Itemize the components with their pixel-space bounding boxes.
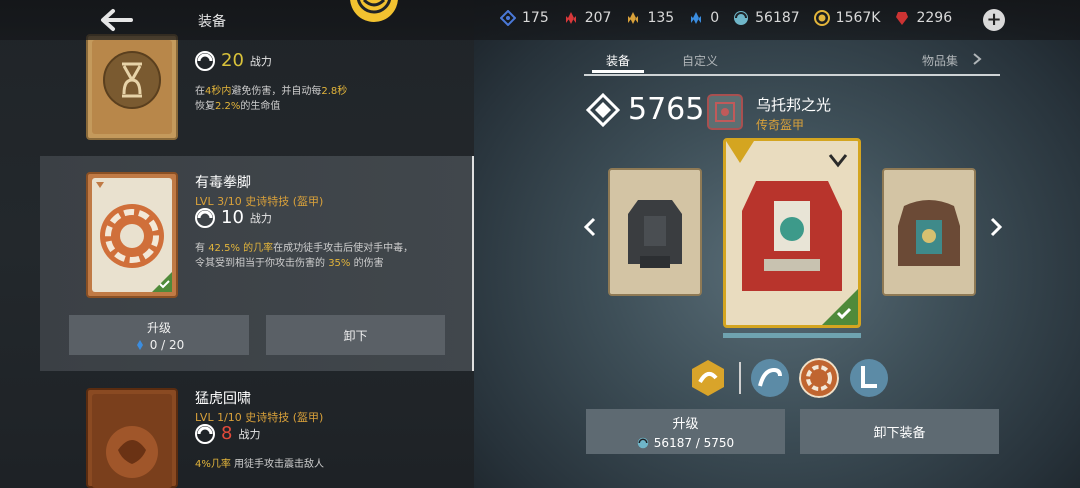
item-power-label: 战力 (249, 211, 272, 225)
item-power-value: 10 (221, 207, 244, 228)
item-power-label: 战力 (249, 54, 272, 68)
orb-icon (734, 11, 749, 25)
chevron-right-icon (990, 217, 1002, 237)
tab-customize[interactable]: 自定义 (682, 52, 718, 69)
resource-orb: 56187 (733, 10, 800, 26)
red-shard-icon (565, 12, 576, 24)
poison-fist-skill-icon[interactable] (799, 358, 839, 398)
blue-shard-icon (136, 339, 143, 350)
item-card-poison-fist[interactable] (86, 172, 178, 298)
item-name: 有毒拳脚 (195, 175, 251, 191)
resource-blue-crystal: 175 (500, 10, 549, 26)
snake-skill-icon[interactable] (750, 358, 790, 398)
clan-emblem-icon (350, 0, 398, 22)
poison-fist-icon (92, 178, 172, 292)
utopia-armor-icon (726, 141, 858, 325)
back-button[interactable] (96, 4, 136, 36)
ruby-icon (896, 12, 909, 25)
equipment-tabs: 装备 自定义 物品集 (584, 52, 1000, 76)
resource-gold-shard: 135 (625, 10, 674, 26)
unequip-item-button[interactable]: 卸下 (266, 315, 445, 355)
item-card-tiger-roar[interactable] (86, 388, 178, 488)
upgrade-armor-button[interactable]: 升级 56187 / 5750 (586, 409, 785, 454)
power-swirl-icon (195, 423, 215, 444)
talent-hexagon-icon[interactable] (688, 358, 728, 398)
carousel-next-button[interactable] (986, 212, 1006, 242)
item-description: 在4秒内避免伤害，并自动每2.8秒 恢复2.2%的生命值 (195, 86, 348, 112)
resource-blue-shard: 0 (688, 10, 719, 26)
power-swirl-icon (195, 50, 215, 71)
unequip-armor-button[interactable]: 卸下装备 (800, 409, 999, 454)
back-arrow-icon (101, 9, 133, 31)
armor-power-value: 5765 (628, 92, 705, 127)
page-title: 装备 (198, 14, 226, 30)
hourglass-icon (92, 40, 172, 134)
tab-item-sets[interactable]: 物品集 (922, 52, 982, 69)
kick-skill-icon[interactable] (849, 358, 889, 398)
item-card-hourglass[interactable] (86, 34, 178, 140)
chevron-right-icon (973, 53, 982, 65)
orb-icon (637, 437, 649, 449)
power-swirl-icon (195, 207, 215, 228)
armor-card-dark-plate[interactable] (608, 168, 702, 296)
resource-bar: 175 207 135 0 56187 1567K 2296 (500, 10, 952, 26)
item-power: 10 战力 (195, 207, 272, 228)
tiger-roar-icon (92, 394, 172, 488)
item-power: 20 战力 (195, 50, 272, 71)
blue-crystal-icon (500, 10, 516, 26)
upgrade-cost: 56187 / 5750 (653, 436, 735, 450)
upgrade-item-button[interactable]: 升级 0 / 20 (69, 315, 249, 355)
item-description: 4%几率 用徒手攻击震击敌人 (195, 459, 325, 470)
item-name: 猛虎回啸 (195, 391, 251, 407)
armor-card-selected[interactable] (723, 138, 861, 328)
upgrade-label: 升级 (146, 320, 171, 335)
armor-rarity: 传奇盔甲 (756, 118, 805, 132)
armor-name: 乌托邦之光 (756, 96, 832, 114)
dark-armor-icon (610, 170, 700, 294)
unequip-label: 卸下装备 (873, 426, 926, 441)
plus-icon: + (986, 9, 1002, 30)
item-description: 有 42.5% 的几率在成功徒手攻击后使对手中毒， 令其受到相当于你攻击伤害的 … (195, 243, 414, 269)
skill-divider (739, 362, 741, 394)
feather-armor-icon (884, 170, 974, 294)
coin-icon (813, 10, 830, 26)
selected-indicator (723, 333, 861, 338)
resource-coin: 1567K (813, 10, 880, 26)
chevron-left-icon (584, 217, 596, 237)
armor-set-emblem-icon (707, 94, 743, 130)
carousel-prev-button[interactable] (580, 212, 600, 242)
resource-red-shard: 207 (563, 10, 611, 26)
item-power-value: 8 (221, 423, 233, 444)
upgrade-cost: 0 / 20 (149, 337, 185, 352)
armor-power: 5765 (586, 92, 704, 127)
unequip-label: 卸下 (343, 328, 368, 343)
blue-shard-icon (691, 12, 702, 24)
armor-card-feather[interactable] (882, 168, 976, 296)
power-diamond-icon (586, 92, 620, 127)
gold-shard-icon (628, 12, 639, 24)
upgrade-label: 升级 (672, 417, 699, 432)
item-power-label: 战力 (238, 427, 261, 441)
item-power-value: 20 (221, 50, 244, 71)
tab-equipment[interactable]: 装备 (591, 52, 645, 73)
item-power: 8 战力 (195, 423, 260, 444)
add-currency-button[interactable]: + (983, 9, 1005, 31)
resource-ruby: 2296 (894, 10, 952, 26)
